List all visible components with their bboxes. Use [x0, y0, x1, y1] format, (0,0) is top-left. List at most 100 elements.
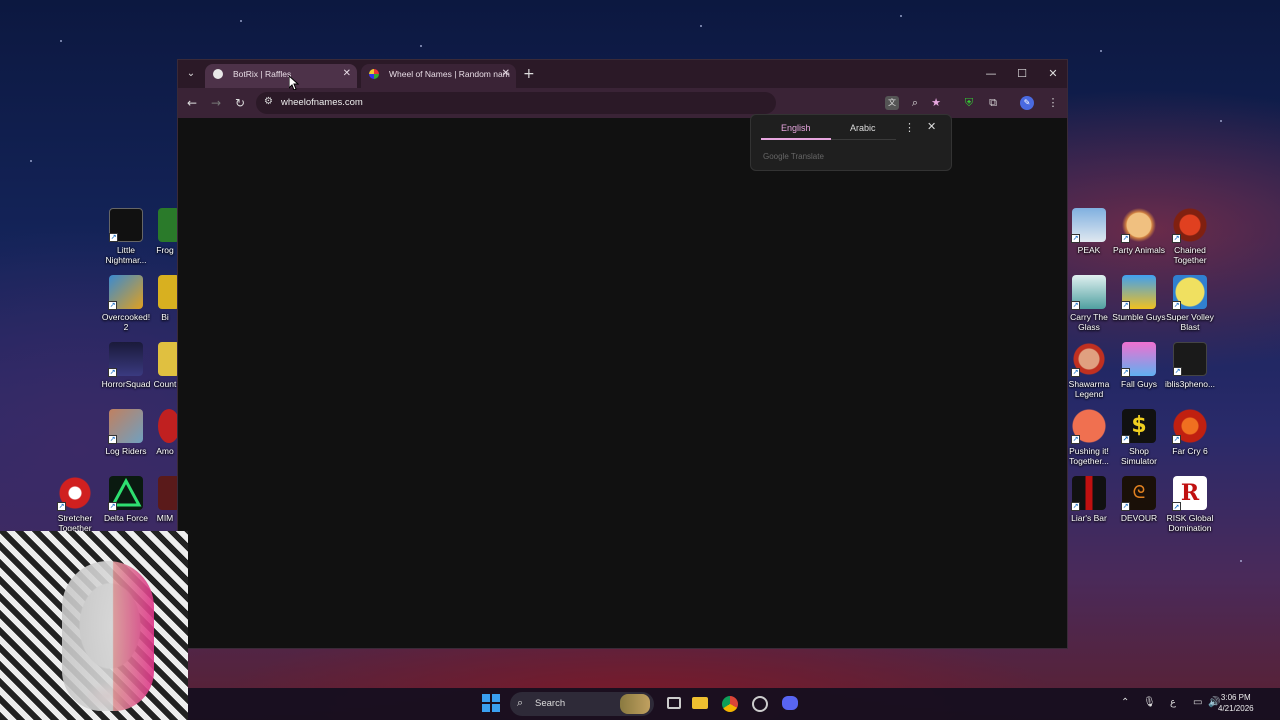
webcam-overlay	[0, 531, 188, 720]
reload-button[interactable]: ↻	[231, 94, 249, 112]
desktop-icon-label: Far Cry 6	[1172, 446, 1208, 456]
desktop-icon-label: Log Riders	[105, 446, 147, 456]
desktop-icon-amo[interactable]: Amo	[150, 409, 180, 456]
desktop-icon-super-volley-blast[interactable]: ↗ Super Volley Blast	[1163, 275, 1217, 332]
translate-brand: Google Translate	[763, 152, 824, 161]
desktop-icon-pushing-it-together[interactable]: ↗ Pushing it! Together...	[1062, 409, 1116, 466]
desktop-icon-count[interactable]: Count	[150, 342, 180, 389]
network-icon[interactable]: ▭	[1193, 697, 1202, 708]
zoom-icon[interactable]: ⌕	[906, 94, 924, 112]
desktop-icon-devour[interactable]: ᘓ ↗ DEVOUR	[1112, 476, 1166, 523]
desktop-icon-label: MIM	[156, 513, 174, 523]
back-button[interactable]: ←	[183, 94, 201, 112]
desktop-icon-label: Party Animals	[1113, 245, 1165, 255]
desktop-icon-fall-guys[interactable]: ↗ Fall Guys	[1112, 342, 1166, 389]
desktop-icon-mim[interactable]: MIM	[150, 476, 180, 523]
desktop-icon-horrorsquad[interactable]: ↗ HorrorSquad	[99, 342, 153, 389]
horrorsquad-icon: ↗	[108, 342, 143, 377]
desktop-icon-label: iblis3pheno...	[1164, 379, 1216, 389]
extensions-puzzle-icon[interactable]: ⧉	[984, 94, 1002, 112]
desktop-icon-label: Stumble Guys	[1112, 312, 1166, 322]
desktop-icon-overcooked[interactable]: ↗ Overcooked! 2	[99, 275, 153, 332]
page-content	[178, 118, 1067, 648]
new-tab-button[interactable]: +	[523, 64, 535, 84]
liars-bar-icon: ↗	[1071, 476, 1106, 511]
start-button[interactable]	[482, 694, 502, 714]
desktop-icon-little-nightmares[interactable]: ↗ Little Nightmar...	[99, 208, 153, 265]
site-settings-icon[interactable]: ⚙	[264, 96, 273, 107]
clock-time: 3:06 PM	[1220, 693, 1251, 702]
tab-wheel-of-names[interactable]: Wheel of Names | Random nam ✕	[361, 64, 516, 88]
close-tab-icon[interactable]: ✕	[502, 64, 510, 84]
desktop-icon-party-animals[interactable]: ↗ Party Animals	[1112, 208, 1166, 255]
folder-icon	[692, 697, 708, 709]
chrome-button[interactable]	[720, 694, 740, 714]
log-riders-icon: ↗	[108, 409, 143, 444]
desktop-icon-bi[interactable]: Bi	[150, 275, 180, 322]
desktop-icon-shawarma-legend[interactable]: ↗ Shawarma Legend	[1062, 342, 1116, 399]
close-icon[interactable]: ✕	[927, 120, 936, 133]
tab-botrix-raffles[interactable]: BotRix | Raffles ✕	[205, 64, 357, 88]
party-animals-icon: ↗	[1121, 208, 1156, 243]
desktop-icon-chained-together[interactable]: ↗ Chained Together	[1163, 208, 1217, 265]
translate-tab-arabic[interactable]: Arabic	[850, 123, 876, 133]
desktop-icon-risk-global-domination[interactable]: R ↗ RISK Global Domination	[1163, 476, 1217, 533]
discord-button[interactable]	[780, 694, 800, 714]
desktop-icon-log-riders[interactable]: ↗ Log Riders	[99, 409, 153, 456]
minimize-button[interactable]: —	[976, 64, 1006, 84]
profile-avatar-icon[interactable]: ✎	[1020, 96, 1034, 110]
discord-icon	[782, 696, 798, 710]
desktop-icon-far-cry-6[interactable]: ↗ Far Cry 6	[1163, 409, 1217, 456]
desktop-icon-frog[interactable]: Frog	[150, 208, 180, 255]
desktop-icon-delta-force[interactable]: ↗ Delta Force	[99, 476, 153, 523]
translate-icon[interactable]: 文	[885, 96, 899, 110]
tab-bar: ⌄ BotRix | Raffles ✕ Wheel of Names | Ra…	[178, 60, 1067, 88]
language-indicator[interactable]: ع	[1170, 697, 1176, 708]
tab-search-button[interactable]: ⌄	[183, 66, 199, 82]
close-tab-icon[interactable]: ✕	[343, 64, 351, 84]
desktop-icon-label: Bi	[161, 312, 169, 322]
stumble-guys-icon: ↗	[1121, 275, 1156, 310]
desktop-icon-stretcher-together[interactable]: ↗ Stretcher Together	[48, 476, 102, 533]
webcam-face	[62, 561, 154, 711]
task-view-button[interactable]	[664, 694, 684, 714]
address-bar[interactable]: ⚙ wheelofnames.com	[256, 92, 776, 114]
desktop-icon-label: RISK Global Domination	[1166, 513, 1214, 533]
tray-chevron-up-icon[interactable]: ⌃	[1121, 697, 1129, 708]
more-options-icon[interactable]: ⋮	[904, 121, 915, 134]
url-text: wheelofnames.com	[281, 97, 363, 108]
close-window-button[interactable]: ✕	[1038, 64, 1068, 84]
devour-icon: ᘓ ↗	[1121, 476, 1156, 511]
desktop-icon-label: HorrorSquad	[101, 379, 151, 389]
desktop-icon-label: PEAK	[1077, 245, 1101, 255]
desktop-icon-label: Fall Guys	[1121, 379, 1157, 389]
wheel-favicon-icon	[369, 69, 379, 79]
desktop-icon-stumble-guys[interactable]: ↗ Stumble Guys	[1112, 275, 1166, 322]
file-explorer-button[interactable]	[690, 694, 710, 714]
desktop-icon-shop-simulator[interactable]: $ ↗ Shop Simulator	[1112, 409, 1166, 466]
maximize-button[interactable]: ☐	[1007, 64, 1037, 84]
menu-kebab-icon[interactable]: ⋮	[1044, 94, 1062, 112]
desktop-icon-label: Pushing it! Together...	[1069, 446, 1109, 466]
tab-title: BotRix | Raffles	[233, 69, 292, 79]
stretcher-together-icon: ↗	[57, 476, 92, 511]
desktop-icon-iblis3pheno[interactable]: ↗ iblis3pheno...	[1163, 342, 1217, 389]
desktop-icon-carry-the-glass[interactable]: ↗ Carry The Glass	[1062, 275, 1116, 332]
chevron-down-icon: ⌄	[186, 68, 196, 79]
forward-button[interactable]: →	[207, 94, 225, 112]
taskbar-search[interactable]: ⌕ Search	[510, 692, 654, 716]
translate-active-indicator	[761, 138, 831, 140]
clock[interactable]: 3:06 PM 4/21/2026	[1218, 692, 1254, 714]
desktop-icon-label: Liar's Bar	[1071, 513, 1107, 523]
bookmark-star-icon[interactable]: ★	[927, 94, 945, 112]
translate-tab-english[interactable]: English	[781, 123, 811, 133]
microphone-icon[interactable]: 🎙	[1143, 697, 1156, 708]
desktop-icon-liars-bar[interactable]: ↗ Liar's Bar	[1062, 476, 1116, 523]
little-nightmares-icon: ↗	[109, 208, 143, 242]
delta-force-icon: ↗	[108, 476, 143, 511]
clock-date: 4/21/2026	[1218, 704, 1254, 713]
shield-extension-icon[interactable]: ⛨	[960, 94, 978, 112]
desktop-icon-label: Chained Together	[1173, 245, 1207, 265]
obs-button[interactable]	[750, 694, 770, 714]
desktop-icon-peak[interactable]: ↗ PEAK	[1062, 208, 1116, 255]
